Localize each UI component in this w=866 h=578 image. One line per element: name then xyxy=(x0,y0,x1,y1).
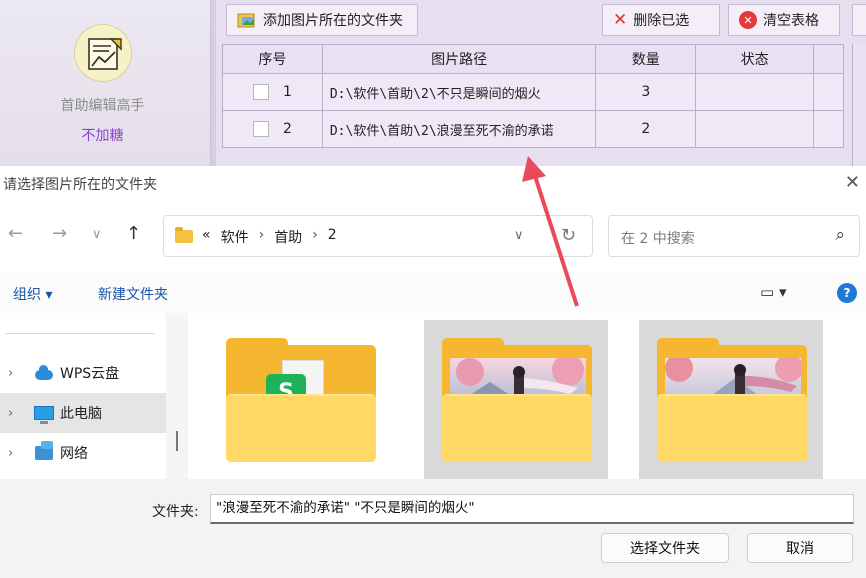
table-header-row: 序号 图片路径 数量 状态 xyxy=(222,44,844,74)
expand-chevron-icon[interactable]: › xyxy=(0,366,24,381)
clear-table-button[interactable]: ✕ 清空表格 xyxy=(728,4,840,36)
help-icon[interactable]: ? xyxy=(837,283,857,303)
add-folder-button[interactable]: 添加图片所在的文件夹 xyxy=(226,4,418,36)
select-folder-button[interactable]: 选择文件夹 xyxy=(601,533,729,563)
column-header-path[interactable]: 图片路径 xyxy=(321,44,597,74)
row-path-cell: D:\软件\首助\2\浪漫至死不渝的承诺 xyxy=(321,110,597,148)
nav-item-label: 此电脑 xyxy=(60,406,102,422)
row-index: 1 xyxy=(282,84,292,100)
folder-front xyxy=(442,394,592,462)
row-checkbox[interactable] xyxy=(252,121,269,137)
table-row[interactable]: 1 D:\软件\首助\2\不只是瞬间的烟火 3 xyxy=(222,73,844,111)
search-input[interactable]: 在 2 中搜索 xyxy=(621,228,695,248)
toolbar-overflow-button[interactable] xyxy=(852,4,866,36)
breadcrumb-item[interactable]: 首助 xyxy=(274,227,302,247)
nav-scrollbar-thumb[interactable] xyxy=(176,431,178,451)
row-index-cell[interactable]: 2 xyxy=(222,110,323,148)
delete-x-icon: ✕ xyxy=(613,10,628,30)
add-folder-icon xyxy=(237,13,255,28)
column-header-status[interactable]: 状态 xyxy=(695,44,815,74)
nav-item-wps-cloud[interactable]: › WPS云盘 xyxy=(0,353,166,393)
nav-item-label: 网络 xyxy=(60,446,88,462)
file-view: S xyxy=(188,313,866,479)
folder-tile[interactable] xyxy=(639,320,823,479)
search-box[interactable]: 在 2 中搜索 ⌕ xyxy=(608,215,860,257)
table-row[interactable]: 2 D:\软件\首助\2\浪漫至死不渝的承诺 2 xyxy=(222,110,844,148)
command-bar: 组织 ▾ 新建文件夹 ▭ ▾ ? xyxy=(0,273,866,313)
sidebar-splitter xyxy=(210,0,216,166)
nav-scrollbar[interactable] xyxy=(166,313,188,479)
back-arrow-icon[interactable]: ← xyxy=(8,223,23,244)
address-dropdown-chevron-icon[interactable]: ∨ xyxy=(514,228,524,243)
folder-front xyxy=(226,394,376,462)
close-icon[interactable]: ✕ xyxy=(845,172,860,193)
app-tagline: 不加糖 xyxy=(81,128,124,144)
table-side-panel xyxy=(852,44,866,166)
navigation-pane: › WPS云盘 › 此电脑 › 网络 xyxy=(0,313,166,479)
folder-name-input[interactable]: "浪漫至死不渝的承诺" "不只是瞬间的烟火" xyxy=(210,494,854,524)
breadcrumb: « 软件 › 首助 › 2 xyxy=(202,227,337,247)
row-index-cell[interactable]: 1 xyxy=(222,73,323,111)
clear-stop-icon: ✕ xyxy=(739,11,757,29)
nav-item-this-pc[interactable]: › 此电脑 xyxy=(0,393,166,433)
row-index: 2 xyxy=(282,121,292,137)
computer-icon xyxy=(34,406,54,424)
organize-menu-button[interactable]: 组织 ▾ xyxy=(13,284,52,304)
row-spacer-cell xyxy=(813,73,844,111)
recent-locations-chevron-icon[interactable]: ∨ xyxy=(92,227,102,242)
row-checkbox[interactable] xyxy=(252,84,269,100)
folder-front xyxy=(657,394,807,462)
folder-icon xyxy=(175,227,193,243)
new-folder-button[interactable]: 新建文件夹 xyxy=(98,284,168,304)
view-options-icon[interactable]: ▭ ▾ xyxy=(760,283,786,301)
delete-selected-button[interactable]: ✕ 删除已选 xyxy=(602,4,720,36)
column-header-count[interactable]: 数量 xyxy=(595,44,697,74)
row-status-cell xyxy=(695,73,815,111)
expand-chevron-icon[interactable]: › xyxy=(0,446,24,461)
folder-name-label: 文件夹: xyxy=(152,504,199,520)
image-folder-table: 序号 图片路径 数量 状态 1 D:\软件\首助\2\不只是瞬间的烟火 3 2 … xyxy=(222,44,844,148)
column-header-spacer xyxy=(813,44,844,74)
network-icon xyxy=(35,441,53,460)
cloud-icon xyxy=(35,365,53,380)
breadcrumb-separator-icon[interactable]: › xyxy=(259,227,265,247)
forward-arrow-icon[interactable]: → xyxy=(52,223,67,244)
refresh-icon[interactable]: ↻ xyxy=(561,225,576,246)
main-app-window: 首助编辑高手 不加糖 添加图片所在的文件夹 ✕ 删除已选 ✕ 清空表格 序号 图… xyxy=(0,0,866,166)
app-sidebar: 首助编辑高手 不加糖 xyxy=(0,0,210,166)
app-name: 首助编辑高手 xyxy=(60,98,145,114)
nav-item-network[interactable]: › 网络 xyxy=(0,433,166,473)
row-spacer-cell xyxy=(813,110,844,148)
up-arrow-icon[interactable]: ↑ xyxy=(126,223,141,244)
row-count-cell: 2 xyxy=(595,110,697,148)
row-path-cell: D:\软件\首助\2\不只是瞬间的烟火 xyxy=(321,73,597,111)
breadcrumb-separator-icon[interactable]: › xyxy=(312,227,318,247)
app-logo-icon xyxy=(74,24,132,82)
breadcrumb-overflow[interactable]: « xyxy=(202,227,211,247)
dialog-footer: 文件夹: "浪漫至死不渝的承诺" "不只是瞬间的烟火" 选择文件夹 取消 xyxy=(0,479,866,578)
clear-table-label: 清空表格 xyxy=(763,13,819,29)
expand-chevron-icon[interactable]: › xyxy=(0,406,24,421)
nav-item-label: WPS云盘 xyxy=(60,366,120,382)
column-header-index[interactable]: 序号 xyxy=(222,44,323,74)
breadcrumb-item[interactable]: 2 xyxy=(328,227,337,247)
search-icon[interactable]: ⌕ xyxy=(835,225,845,245)
folder-tile[interactable] xyxy=(424,320,608,479)
add-folder-label: 添加图片所在的文件夹 xyxy=(263,13,403,29)
row-count-cell: 3 xyxy=(595,73,697,111)
row-status-cell xyxy=(695,110,815,148)
folder-picker-dialog: 请选择图片所在的文件夹 ✕ ← → ∨ ↑ « 软件 › 首助 › 2 ∨ ↻ … xyxy=(0,166,866,578)
address-bar[interactable]: « 软件 › 首助 › 2 ∨ ↻ xyxy=(163,215,593,257)
breadcrumb-item[interactable]: 软件 xyxy=(221,227,249,247)
dialog-title: 请选择图片所在的文件夹 xyxy=(3,177,157,193)
folder-tile[interactable]: S xyxy=(208,320,392,479)
cancel-button[interactable]: 取消 xyxy=(747,533,853,563)
nav-divider xyxy=(5,333,155,334)
delete-selected-label: 删除已选 xyxy=(633,13,690,29)
